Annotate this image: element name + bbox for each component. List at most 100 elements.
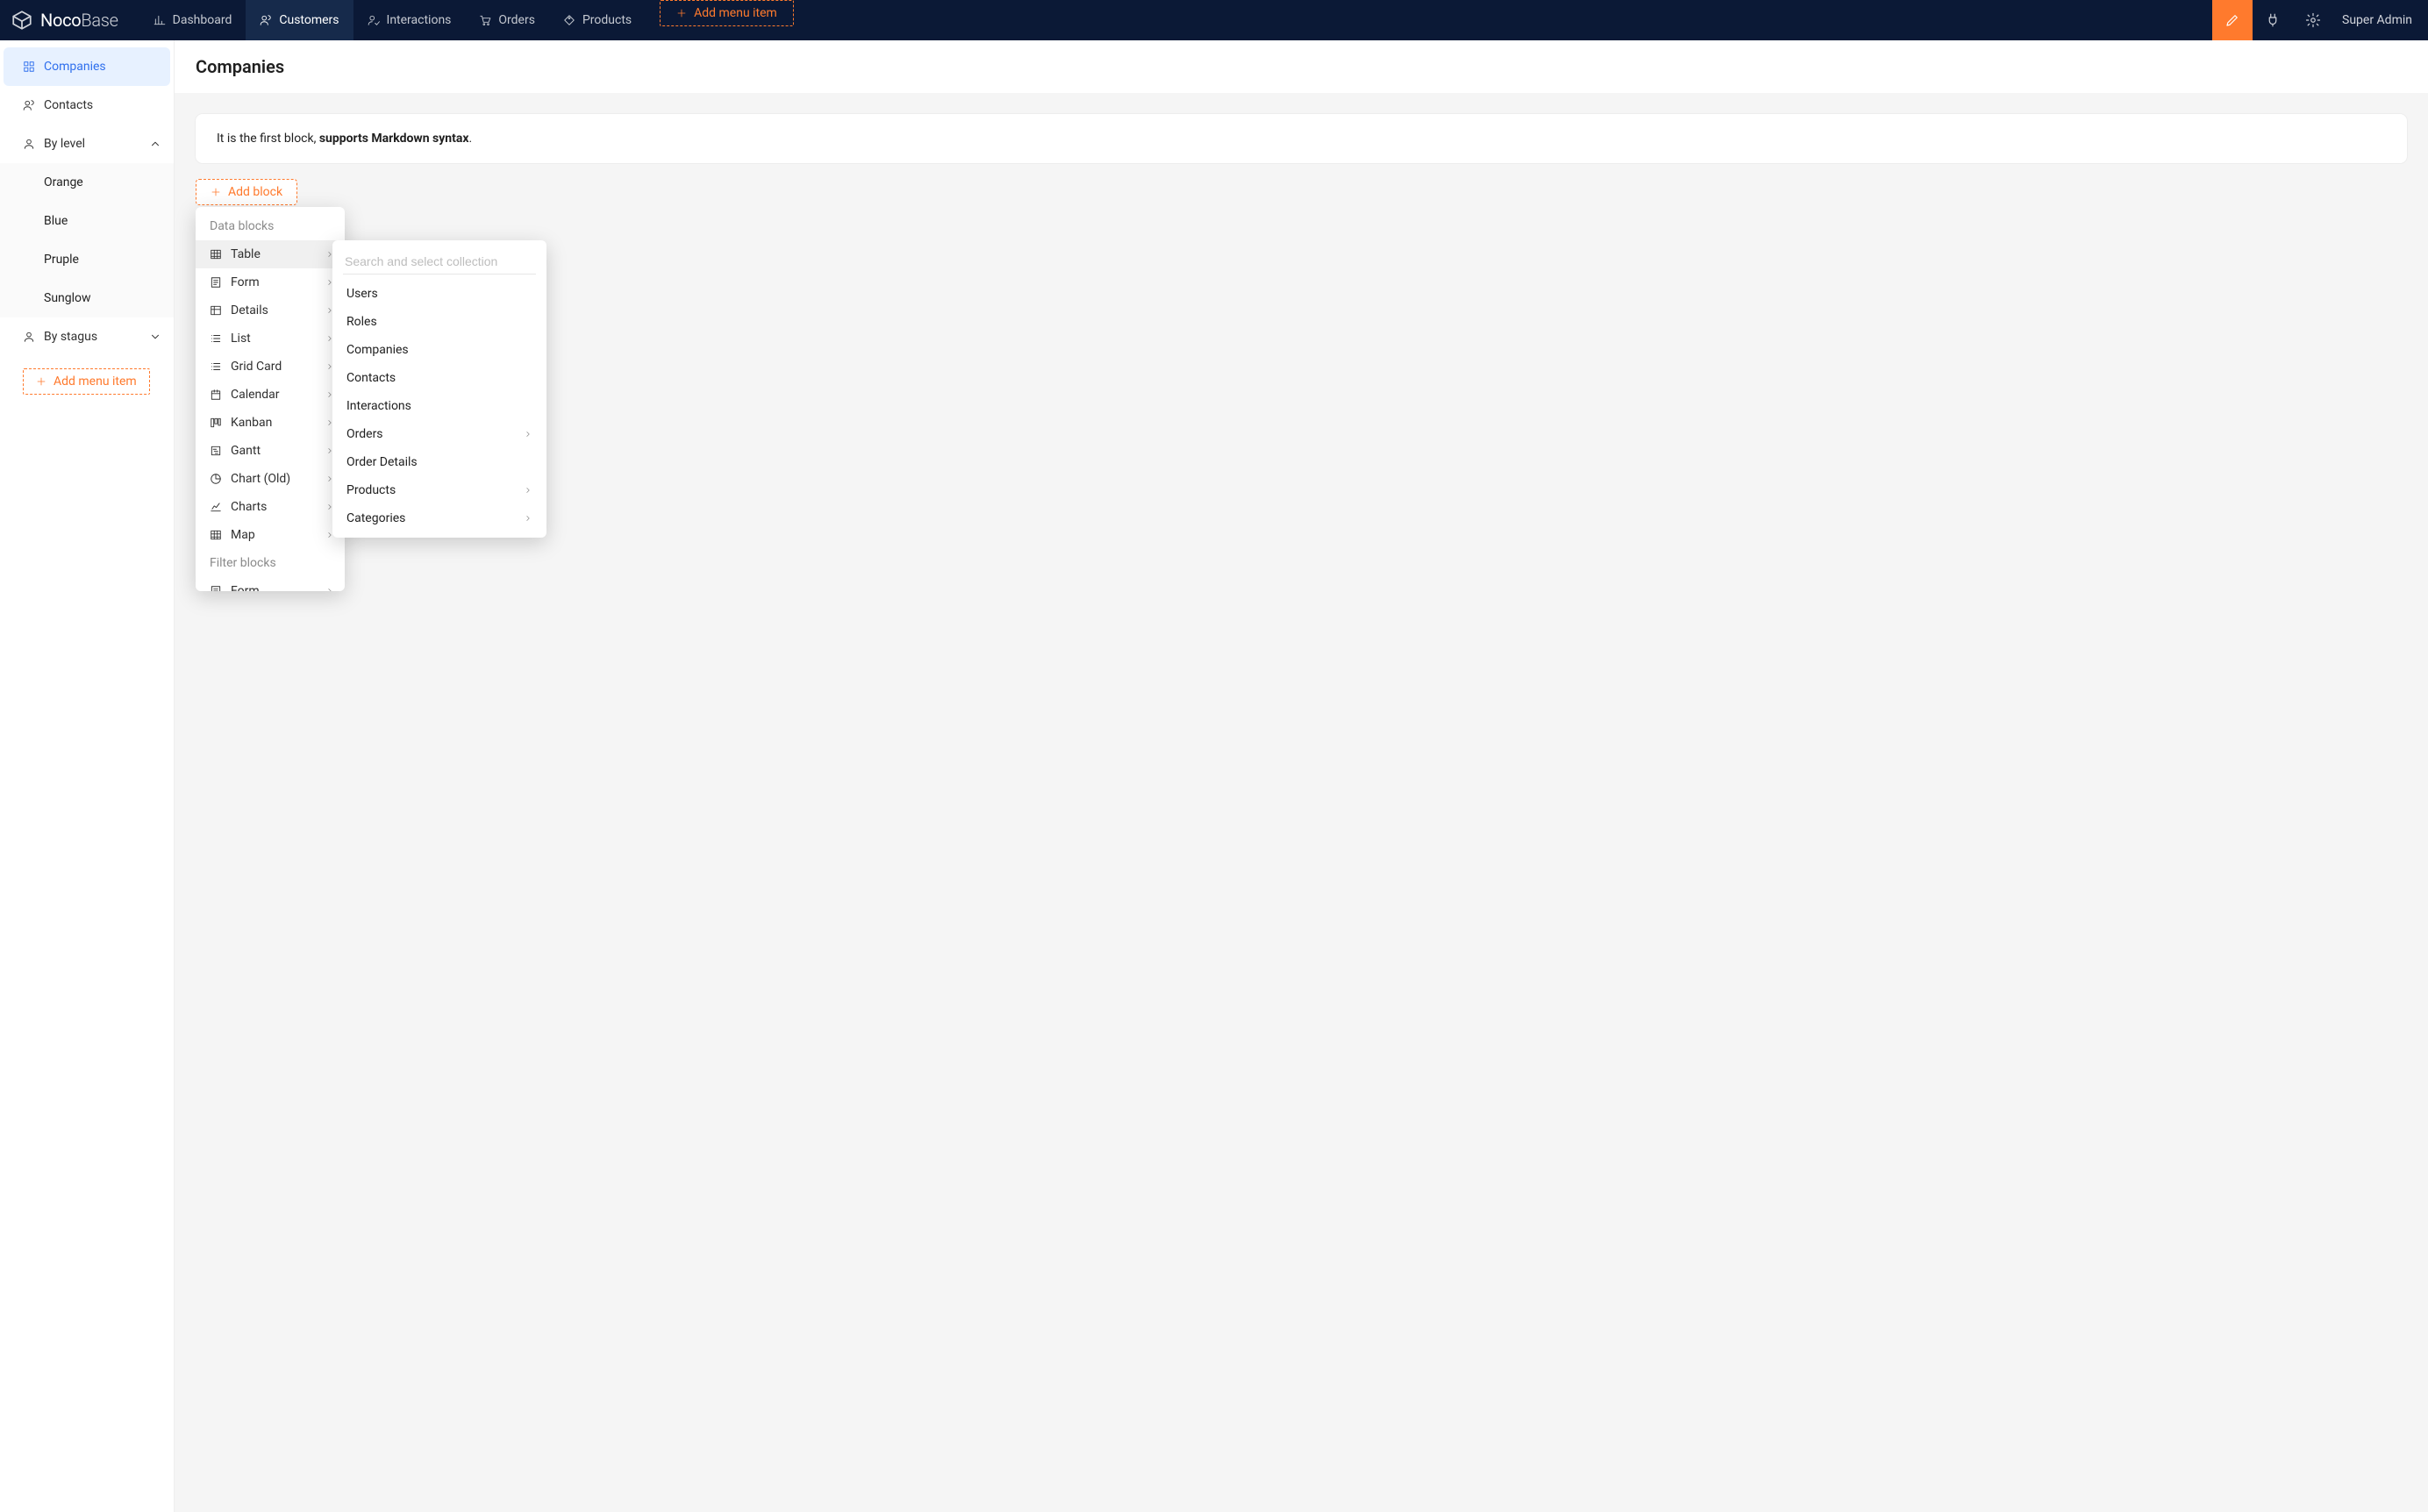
- menu-item-filter-form[interactable]: Form: [196, 577, 345, 591]
- highlighter-icon: [2224, 12, 2240, 28]
- sidebar-add-menu-label: Add menu item: [54, 374, 137, 389]
- menu-item-map[interactable]: Map: [196, 521, 345, 549]
- menu-item-label: Details: [231, 303, 268, 317]
- collection-item-label: Order Details: [346, 455, 418, 469]
- collection-item-roles[interactable]: Roles: [332, 308, 546, 336]
- topnav-item-products[interactable]: Products: [549, 0, 646, 40]
- menu-item-charts[interactable]: Charts: [196, 493, 345, 521]
- gear-icon: [2305, 12, 2321, 28]
- sidebar-item-by-stagus[interactable]: By stagus: [0, 317, 174, 356]
- sidebar-item-label: By level: [44, 137, 85, 151]
- tag-icon: [563, 14, 575, 26]
- chevron-up-icon: [149, 138, 161, 150]
- menu-item-grid-card[interactable]: Grid Card: [196, 353, 345, 381]
- menu-item-gantt[interactable]: Gantt: [196, 437, 345, 465]
- menu-item-label: Form: [231, 584, 260, 591]
- sidebar-sub-blue[interactable]: Blue: [0, 202, 174, 240]
- topnav-label: Products: [582, 13, 632, 27]
- sidebar-item-by-level[interactable]: By level: [0, 125, 174, 163]
- collection-item-orders[interactable]: Orders: [332, 420, 546, 448]
- calendar-icon: [210, 389, 222, 401]
- add-block-menu: Data blocks Table Form Details: [196, 207, 345, 591]
- plugins-button[interactable]: [2253, 0, 2293, 40]
- logo[interactable]: NocoBase: [11, 9, 139, 32]
- user-icon: [23, 331, 35, 343]
- sidebar-item-companies[interactable]: Companies: [4, 47, 170, 86]
- topbar-right: Super Admin: [2212, 0, 2428, 40]
- collection-item-label: Orders: [346, 427, 383, 441]
- collection-item-products[interactable]: Products: [332, 476, 546, 504]
- sidebar-sub-label: Sunglow: [44, 291, 91, 305]
- sidebar-item-contacts[interactable]: Contacts: [0, 86, 174, 125]
- menu-item-chart-old[interactable]: Chart (Old): [196, 465, 345, 493]
- collection-item-users[interactable]: Users: [332, 280, 546, 308]
- sidebar-sub-orange[interactable]: Orange: [0, 163, 174, 202]
- menu-item-label: Calendar: [231, 388, 280, 402]
- sidebar-sub-label: Pruple: [44, 253, 79, 267]
- table-icon: [210, 529, 222, 541]
- sidebar-sub-pruple[interactable]: Pruple: [0, 240, 174, 279]
- menu-item-label: Grid Card: [231, 360, 282, 374]
- line-chart-icon: [210, 501, 222, 513]
- markdown-block: It is the first block, supports Markdown…: [196, 114, 2407, 163]
- menu-item-table[interactable]: Table: [196, 240, 345, 268]
- collection-item-order-details[interactable]: Order Details: [332, 448, 546, 476]
- menu-item-kanban[interactable]: Kanban: [196, 409, 345, 437]
- collection-submenu: Users Roles Companies Contacts Interacti…: [332, 240, 546, 538]
- sidebar-sub-sunglow[interactable]: Sunglow: [0, 279, 174, 317]
- collection-item-categories[interactable]: Categories: [332, 504, 546, 532]
- add-block-label: Add block: [228, 185, 282, 199]
- topnav-item-orders[interactable]: Orders: [465, 0, 549, 40]
- topnav-item-interactions[interactable]: Interactions: [353, 0, 466, 40]
- sidebar-item-label: Contacts: [44, 98, 93, 112]
- menu-item-label: Form: [231, 275, 260, 289]
- users-icon: [260, 14, 272, 26]
- collection-item-label: Roles: [346, 315, 377, 329]
- topbar: NocoBase Dashboard Customers Interaction…: [0, 0, 2428, 40]
- menu-item-label: Charts: [231, 500, 267, 514]
- topnav-add-menu-button[interactable]: Add menu item: [660, 0, 794, 26]
- sidebar-item-label: By stagus: [44, 330, 97, 344]
- plus-icon: [36, 376, 46, 387]
- user-menu[interactable]: Super Admin: [2333, 13, 2428, 27]
- markdown-text-bold: supports Markdown syntax: [319, 132, 469, 146]
- menu-item-label: List: [231, 332, 251, 346]
- menu-item-list[interactable]: List: [196, 325, 345, 353]
- gantt-icon: [210, 445, 222, 457]
- design-mode-button[interactable]: [2212, 0, 2253, 40]
- chevron-right-icon: [325, 587, 334, 591]
- list-icon: [210, 360, 222, 373]
- add-block-button[interactable]: Add block: [196, 179, 297, 205]
- topnav-item-customers[interactable]: Customers: [246, 0, 353, 40]
- user-icon: [23, 138, 35, 150]
- collection-search-input[interactable]: [343, 249, 536, 275]
- kanban-icon: [210, 417, 222, 429]
- sidebar-add-menu-button[interactable]: Add menu item: [23, 368, 150, 395]
- menu-item-calendar[interactable]: Calendar: [196, 381, 345, 409]
- menu-item-details[interactable]: Details: [196, 296, 345, 325]
- plug-icon: [2265, 12, 2281, 28]
- menu-section-data-blocks: Data blocks: [196, 212, 345, 240]
- chevron-right-icon: [524, 430, 532, 439]
- collection-item-interactions[interactable]: Interactions: [332, 392, 546, 420]
- sidebar-sub-label: Orange: [44, 175, 83, 189]
- topnav-label: Orders: [498, 13, 535, 27]
- sidebar: Companies Contacts By level Orange Blue …: [0, 40, 175, 1512]
- collection-item-label: Categories: [346, 511, 405, 525]
- menu-item-form[interactable]: Form: [196, 268, 345, 296]
- topnav-label: Dashboard: [173, 13, 232, 27]
- collection-item-label: Contacts: [346, 371, 396, 385]
- chevron-down-icon: [149, 331, 161, 343]
- page-body: It is the first block, supports Markdown…: [175, 93, 2428, 226]
- form-icon: [210, 276, 222, 289]
- collection-item-contacts[interactable]: Contacts: [332, 364, 546, 392]
- settings-button[interactable]: [2293, 0, 2333, 40]
- chevron-right-icon: [524, 514, 532, 523]
- collection-item-companies[interactable]: Companies: [332, 336, 546, 364]
- menu-item-label: Chart (Old): [231, 472, 290, 486]
- main: Companies It is the first block, support…: [175, 40, 2428, 1512]
- table-icon: [210, 304, 222, 317]
- sidebar-sub-label: Blue: [44, 214, 68, 228]
- topnav-item-dashboard[interactable]: Dashboard: [139, 0, 246, 40]
- collection-item-label: Users: [346, 287, 378, 301]
